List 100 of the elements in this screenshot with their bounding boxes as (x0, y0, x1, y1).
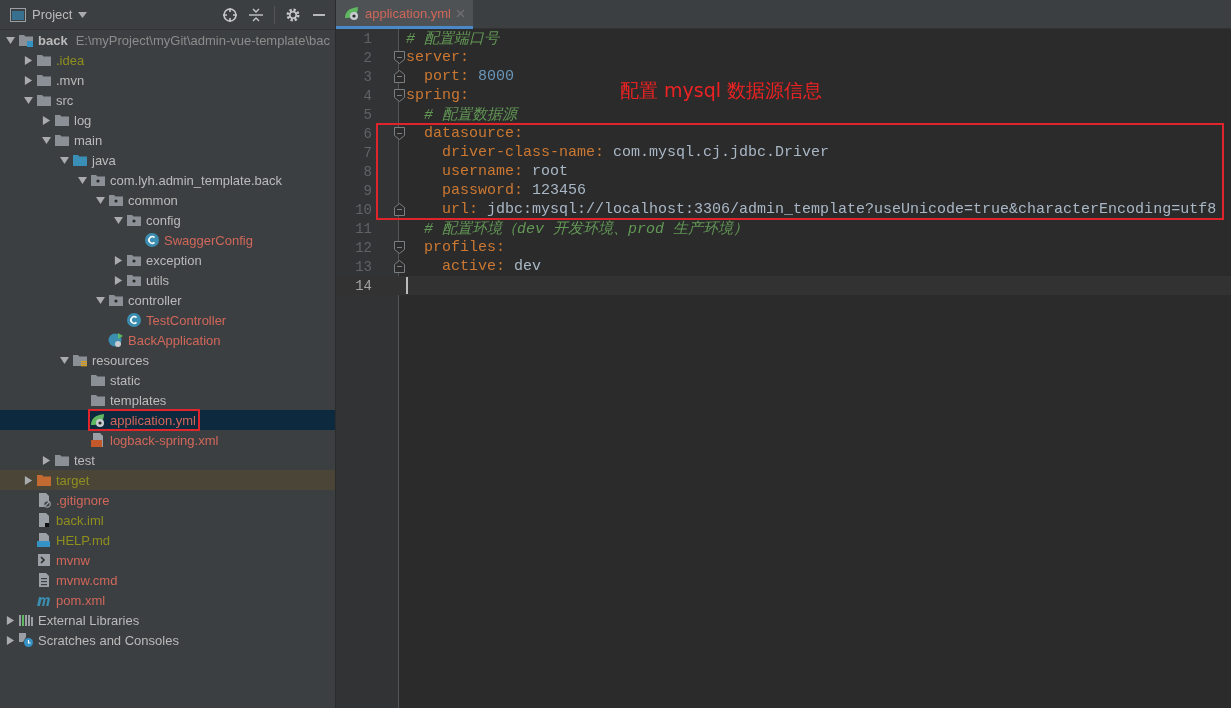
folder-icon (54, 112, 70, 128)
text-caret (406, 277, 408, 294)
tree-item[interactable]: target (56, 472, 90, 488)
tree-item[interactable]: mvnw (56, 552, 90, 568)
selected-tree-row[interactable]: application.yml (0, 410, 335, 430)
tree-item[interactable]: .mvn (56, 72, 85, 88)
spring-leaf-icon (90, 412, 106, 428)
libraries-icon (18, 612, 34, 628)
tree-item[interactable]: src (56, 92, 74, 108)
tree-item[interactable]: .idea (56, 52, 85, 68)
clock-icon (18, 632, 34, 648)
tree-item[interactable]: controller (128, 292, 182, 308)
collapse-arrow-icon[interactable] (95, 195, 105, 205)
panel-title[interactable]: Project (32, 7, 73, 22)
window-icon (10, 7, 26, 22)
collapse-arrow-icon[interactable] (23, 95, 33, 105)
spring-leaf-icon (344, 5, 360, 21)
locate-icon[interactable] (222, 6, 238, 23)
tree-item[interactable]: main (74, 132, 103, 148)
tree-item[interactable]: HELP.md (56, 532, 110, 548)
tree-item[interactable]: TestController (146, 312, 227, 328)
tree-item[interactable]: resources (92, 352, 150, 368)
tree-item[interactable]: exception (146, 252, 202, 268)
excluded-tree-row[interactable]: target (0, 470, 335, 490)
tree-item[interactable]: SwaggerConfig (164, 232, 253, 248)
class-icon (144, 232, 160, 248)
tree-item[interactable]: templates (110, 392, 167, 408)
code-comment: # 配置数据源 (423, 106, 517, 124)
tree-item[interactable]: log (74, 112, 92, 128)
xml-file-icon (90, 432, 106, 448)
folder-icon (54, 452, 70, 468)
fold-marker-icon[interactable] (394, 89, 405, 102)
code-line: password: 123456 (441, 182, 587, 199)
expand-arrow-icon[interactable] (113, 255, 123, 265)
collapse-arrow-icon[interactable] (59, 155, 69, 165)
tree-item[interactable]: back (38, 32, 68, 48)
tree-item[interactable]: External Libraries (38, 612, 140, 628)
code-line: active: dev (441, 258, 542, 275)
fold-marker-icon[interactable] (394, 203, 405, 216)
tree-item[interactable]: com.lyh.admin_template.back (110, 172, 282, 188)
source-folder-icon (72, 152, 88, 168)
tree-item[interactable]: back.iml (56, 512, 104, 528)
fold-marker-icon[interactable] (394, 241, 405, 254)
fold-marker-icon[interactable] (394, 70, 405, 83)
code-line: spring: (406, 87, 469, 104)
tree-item[interactable]: application.yml (110, 412, 196, 428)
caret-icon[interactable] (78, 11, 88, 18)
tree-item[interactable]: Scratches and Consoles (38, 632, 179, 648)
tree-item[interactable]: test (74, 452, 95, 468)
collapse-arrow-icon[interactable] (95, 295, 105, 305)
excluded-folder-icon (36, 472, 52, 488)
fold-marker-icon[interactable] (394, 51, 405, 64)
tree-item[interactable]: common (128, 192, 178, 208)
markdown-file-icon (36, 532, 52, 548)
code-line: server: (406, 49, 469, 66)
expand-arrow-icon[interactable] (5, 615, 15, 625)
text-file-icon (36, 572, 52, 588)
fold-marker-icon[interactable] (394, 127, 405, 140)
expand-arrow-icon[interactable] (23, 475, 33, 485)
tree-item[interactable]: logback-spring.xml (110, 432, 219, 448)
folder-icon (36, 92, 52, 108)
tree-item[interactable]: static (110, 372, 141, 388)
fold-marker-icon[interactable] (394, 260, 405, 273)
package-icon (108, 192, 124, 208)
collapse-arrow-icon[interactable] (5, 35, 15, 45)
resources-folder-icon (72, 352, 88, 368)
collapse-arrow-icon[interactable] (77, 175, 87, 185)
tree-item[interactable]: pom.xml (56, 592, 106, 608)
tree-item[interactable]: java (92, 152, 116, 168)
collapse-arrow-icon[interactable] (59, 355, 69, 365)
tree-item[interactable]: config (146, 212, 181, 228)
expand-arrow-icon[interactable] (41, 455, 51, 465)
package-icon (108, 292, 124, 308)
code-line: driver-class-name: com.mysql.cj.jdbc.Driver (441, 144, 830, 161)
collapse-arrow-icon[interactable] (113, 215, 123, 225)
code-comment: # 配置端口号 (406, 30, 499, 48)
folder-icon (90, 372, 106, 388)
tree-item[interactable]: .gitignore (56, 492, 110, 508)
package-icon (126, 252, 142, 268)
expand-arrow-icon[interactable] (23, 55, 33, 65)
expand-arrow-icon[interactable] (5, 635, 15, 645)
tree-item[interactable]: utils (146, 272, 170, 288)
code-comment: # 配置环境（dev 开发环境、prod 生产环境） (423, 219, 749, 238)
code-line: profiles: (423, 239, 506, 256)
folder-icon (54, 132, 70, 148)
class-icon (126, 312, 142, 328)
package-icon (126, 272, 142, 288)
expand-arrow-icon[interactable] (41, 115, 51, 125)
expand-arrow-icon[interactable] (23, 75, 33, 85)
expand-arrow-icon[interactable] (113, 275, 123, 285)
code-line: datasource: (423, 125, 524, 142)
folder-icon (36, 52, 52, 68)
tree-item[interactable]: BackApplication (128, 332, 221, 348)
code-line: username: root (441, 163, 569, 180)
collapse-all-icon[interactable] (248, 6, 264, 23)
settings-icon[interactable] (285, 6, 301, 23)
package-icon (126, 212, 142, 228)
folder-icon (90, 392, 106, 408)
collapse-arrow-icon[interactable] (41, 135, 51, 145)
tree-item[interactable]: mvnw.cmd (56, 572, 118, 588)
